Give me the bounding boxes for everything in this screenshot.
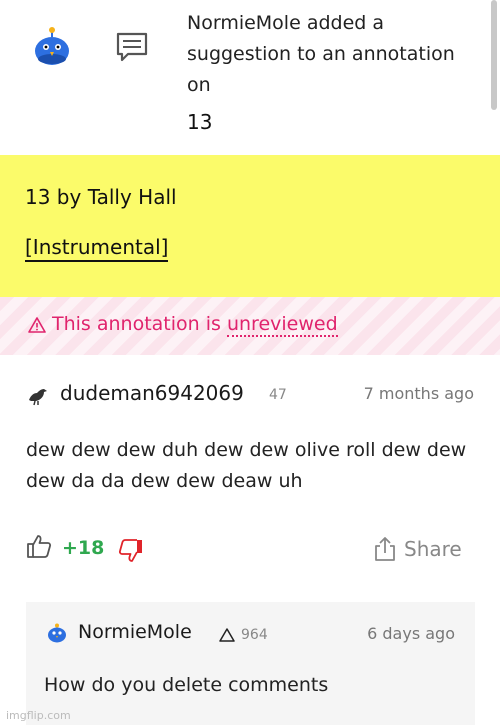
unreviewed-text: This annotation is unreviewed [52, 313, 338, 337]
unreviewed-link[interactable]: unreviewed [226, 313, 338, 337]
reply-username[interactable]: NormieMole [78, 621, 192, 643]
blue-bird-avatar[interactable] [46, 622, 68, 644]
unreviewed-banner: This annotation is unreviewed [0, 297, 500, 355]
thumbs-down-icon[interactable] [118, 538, 144, 564]
comment-timestamp: 7 months ago [363, 384, 474, 403]
comment-body: dew dew dew duh dew dew olive roll dew d… [26, 439, 467, 492]
notification-text: NormieMole added a suggestion to an anno… [187, 12, 455, 96]
reply-body: How do you delete comments [44, 674, 329, 696]
triangle-icon [219, 628, 235, 642]
warning-triangle-icon [28, 317, 46, 333]
lyric-text: [Instrumental] [25, 235, 169, 262]
blue-bird-avatar[interactable] [30, 25, 74, 69]
song-link[interactable]: 13 [187, 110, 212, 134]
thumbs-up-icon[interactable] [26, 533, 52, 559]
share-label: Share [404, 537, 462, 561]
comment-iq: 47 [269, 387, 287, 403]
bird-silhouette-avatar[interactable] [26, 383, 50, 407]
unreviewed-prefix: This annotation is [52, 313, 227, 335]
watermark: imgflip.com [6, 709, 71, 722]
vote-count: +18 [62, 537, 105, 559]
reply-timestamp: 6 days ago [367, 624, 455, 643]
highlight-block: 13 by Tally Hall [Instrumental] [0, 155, 500, 297]
song-title[interactable]: 13 by Tally Hall [25, 185, 177, 209]
share-icon [375, 537, 395, 561]
notification-item[interactable]: NormieMole added a suggestion to an anno… [0, 0, 500, 155]
highlighted-lyric[interactable]: [Instrumental] [25, 233, 169, 262]
reply-iq: 964 [241, 627, 268, 643]
scrollbar[interactable] [491, 0, 497, 110]
share-button[interactable]: Share [373, 534, 462, 564]
reply-comment: NormieMole 964 6 days ago How do you del… [26, 602, 475, 725]
comment-username[interactable]: dudeman6942069 [60, 381, 244, 405]
comment-icon [116, 32, 148, 62]
